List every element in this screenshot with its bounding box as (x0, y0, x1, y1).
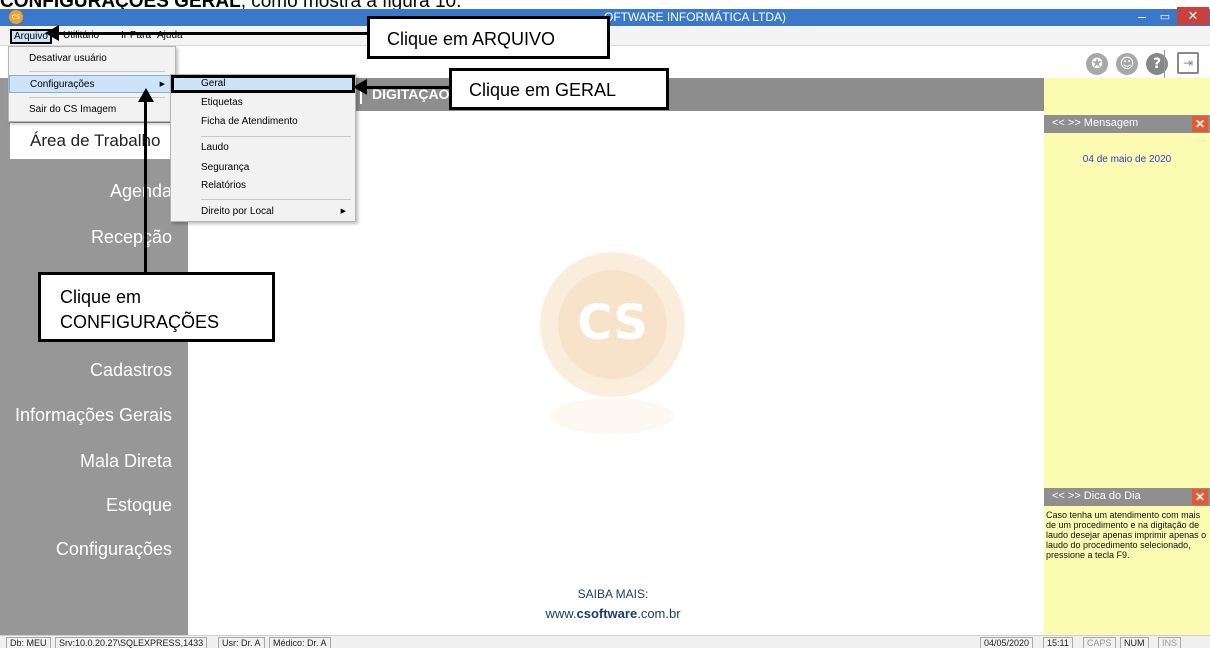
status-time: 15:11 (1043, 637, 1073, 648)
menu-item-seguranca[interactable]: Segurança (171, 159, 355, 177)
menu-item-ficha-de-atendimento[interactable]: Ficha de Atendimento (171, 113, 355, 131)
status-caps: CAPS (1083, 637, 1116, 648)
status-num: NUM (1120, 637, 1149, 648)
user-support-icon[interactable]: ☺ (1116, 53, 1138, 75)
app-logo-icon: cs (9, 10, 23, 24)
callout-configuracoes: Clique em CONFIGURAÇÕES (38, 272, 275, 342)
message-nav[interactable]: << >> Mensagem (1052, 117, 1138, 129)
window-title: OFTWARE INFORMÁTICA LTDA) (604, 10, 786, 24)
callout-arquivo: Clique em ARQUIVO (367, 16, 610, 59)
callout-config-line2: CONFIGURAÇÕES (60, 312, 220, 332)
callout-config-line1: Clique em (60, 287, 142, 307)
sidebar-item-configuracoes[interactable]: Configurações (56, 539, 172, 560)
sidebar-item-label: Área de Trabalho (30, 131, 161, 150)
saiba-mais-label: SAIBA MAIS: (577, 587, 649, 601)
status-db: Db: MEU (6, 637, 51, 648)
screen: CONFIGURAÇÕES GERAL, como mostra a figur… (0, 0, 1210, 648)
sidebar-item-informacoes-gerais[interactable]: Informações Gerais (15, 405, 172, 426)
status-user: Usr: Dr. A (218, 637, 265, 648)
menu-item-label: Configurações (30, 79, 95, 90)
sidebar-item-work-area[interactable]: Área de Trabalho (10, 123, 188, 159)
site-suffix: .com.br (637, 606, 681, 621)
menu-item-desativar-usuario[interactable]: Desativar usuário (9, 50, 175, 68)
menu-item-laudo[interactable]: Laudo (171, 139, 355, 157)
menu-item-geral[interactable]: Geral (171, 75, 355, 93)
callout-arquivo-line (57, 32, 369, 35)
tip-panel-header: << >> Dica do Dia ✕ (1044, 488, 1210, 506)
arquivo-menu: Desativar usuário Configurações ▶ Sair d… (8, 46, 176, 122)
menu-item-etiquetas[interactable]: Etiquetas (171, 94, 355, 112)
sidebar-item-agenda[interactable]: Agenda (110, 181, 172, 202)
menu-item-relatorios[interactable]: Relatórios (171, 177, 355, 195)
site-brand: csoftware (576, 606, 638, 621)
cs-watermark-logo: CS (540, 252, 685, 397)
tip-of-the-day-text: Caso tenha um atendimento com mais de um… (1046, 510, 1207, 560)
status-ins: INS (1158, 637, 1182, 648)
sidebar-item-mala-direta[interactable]: Mala Direta (80, 451, 172, 472)
globe-icon[interactable]: ✪ (1086, 53, 1108, 75)
callout-arquivo-arrow-icon (45, 25, 59, 41)
status-medico: Médico: Dr. A (269, 637, 331, 648)
callout-geral-line (365, 86, 451, 89)
sidebar: Área de Trabalho Agenda Recepção Cadastr… (0, 78, 188, 635)
message-panel-header: << >> Mensagem ✕ (1044, 115, 1210, 133)
site-prefix: www. (545, 606, 577, 621)
menu-item-direito-por-local[interactable]: Direito por Local ▶ (171, 203, 355, 221)
menu-item-label: Direito por Local (201, 206, 274, 217)
submenu-arrow-icon: ▶ (340, 208, 346, 215)
message-date: 04 de maio de 2020 (1082, 154, 1172, 165)
status-bar: Db: MEU Srv:10.0.20.27\SQLEXPRESS,1433 U… (0, 635, 1210, 648)
status-server: Srv:10.0.20.27\SQLEXPRESS,1433 (55, 637, 208, 648)
close-tip-icon[interactable]: ✕ (1192, 489, 1208, 505)
menu-divider (201, 199, 351, 200)
callout-geral-arrow-icon (353, 79, 367, 95)
sidebar-item-cadastros[interactable]: Cadastros (90, 360, 172, 381)
tip-nav[interactable]: << >> Dica do Dia (1052, 490, 1141, 502)
status-date: 04/05/2020 (980, 637, 1034, 648)
close-message-icon[interactable]: ✕ (1192, 116, 1208, 132)
close-window-button[interactable]: ✕ (1177, 7, 1209, 25)
callout-config-line (144, 98, 147, 274)
maximize-button[interactable]: ▭ (1152, 7, 1178, 27)
callout-arquivo-text: Clique em ARQUIVO (387, 29, 556, 49)
callout-geral-text: Clique em GERAL (469, 80, 617, 100)
menu-divider (201, 136, 351, 137)
sidebar-item-estoque[interactable]: Estoque (106, 495, 172, 516)
submenu-arrow-icon: ▶ (159, 81, 165, 88)
menu-item-sair[interactable]: Sair do CS Imagem (9, 101, 175, 119)
watermark-reflection (551, 398, 674, 434)
callout-geral: Clique em GERAL (449, 68, 669, 110)
exit-icon[interactable]: ⇥ (1177, 52, 1199, 74)
configuracoes-submenu: Geral Etiquetas Ficha de Atendimento Lau… (170, 74, 356, 222)
toolbar-separator (1164, 50, 1165, 78)
callout-config-arrow-icon (138, 88, 154, 102)
website-link[interactable]: www.csoftware.com.br (496, 606, 730, 621)
watermark-text: CS (577, 295, 648, 351)
sidebar-item-recepcao[interactable]: Recepção (91, 227, 172, 248)
menu-divider (29, 71, 165, 72)
